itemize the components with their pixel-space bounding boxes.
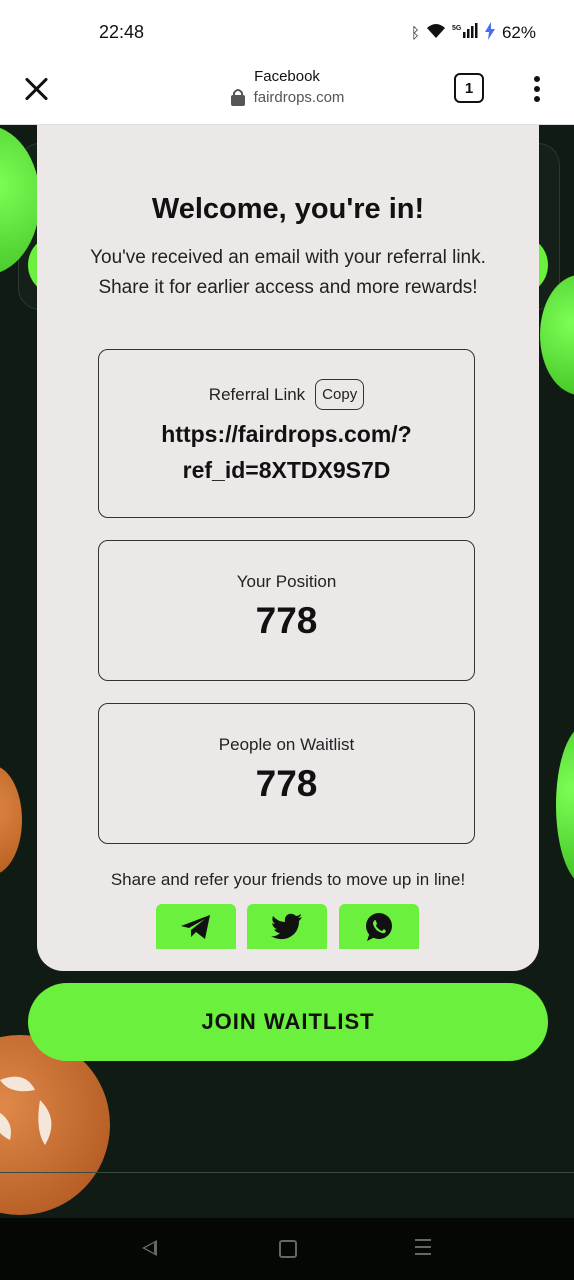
twitter-icon [271,913,302,939]
battery-level: 62% [501,23,536,42]
coin-mark-icon [0,1076,52,1145]
referral-link-label: Referral Link [208,384,306,404]
join-waitlist-button[interactable]: JOIN WAITLIST [28,983,548,1061]
recents-icon[interactable] [415,1239,431,1255]
tab-switcher-button[interactable]: 1 [454,73,484,103]
home-icon[interactable] [279,1240,297,1258]
back-icon[interactable] [142,1240,157,1256]
signal-5g-icon: 5G [452,23,478,43]
browser-toolbar: Facebook fairdrops.com 1 [0,62,574,125]
copy-button[interactable]: Copy [315,379,365,410]
wifi-icon [426,23,446,43]
referral-link-card: Referral Link Copy https://fairdrops.com… [98,349,475,518]
modal-description: You've received an email with your refer… [90,247,486,298]
divider [0,1172,574,1173]
referral-link-value[interactable]: https://fairdrops.com/? ref_id=8XTDX9S7D [99,416,474,488]
more-menu-icon[interactable] [530,74,544,104]
svg-text:5G: 5G [452,25,462,32]
share-whatsapp-button[interactable] [339,904,419,949]
waitlist-value: 778 [255,763,318,804]
position-label: Your Position [236,572,337,591]
url-text: fairdrops.com [253,88,345,106]
welcome-modal: Welcome, you're in! You've received an e… [37,125,539,971]
url-bar[interactable]: Facebook fairdrops.com [0,68,574,106]
waitlist-card: People on Waitlist 778 [98,703,475,844]
referral-link-line: https://fairdrops.com/? [161,421,412,447]
referral-link-line: ref_id=8XTDX9S7D [182,457,391,483]
page-title: Facebook [254,68,320,85]
status-icons: ᛒ 5G 62% [411,22,536,44]
modal-title: Welcome, you're in! [151,193,425,225]
telegram-icon [181,914,210,939]
position-card: Your Position 778 [98,540,475,681]
status-time: 22:48 [99,22,145,42]
share-twitter-button[interactable] [247,904,327,949]
battery-charging-icon [484,22,496,44]
status-bar: 22:48 ᛒ 5G 62% [0,0,574,62]
whatsapp-icon [366,912,392,941]
coin-decoration [0,765,22,875]
system-nav-bar [0,1218,574,1280]
position-value: 778 [255,600,318,641]
waitlist-label: People on Waitlist [218,735,355,754]
share-text: Share and refer your friends to move up … [110,870,466,889]
bluetooth-icon: ᛒ [410,24,420,42]
lock-icon [230,88,246,106]
share-telegram-button[interactable] [156,904,236,949]
green-orb-decoration [556,725,574,885]
